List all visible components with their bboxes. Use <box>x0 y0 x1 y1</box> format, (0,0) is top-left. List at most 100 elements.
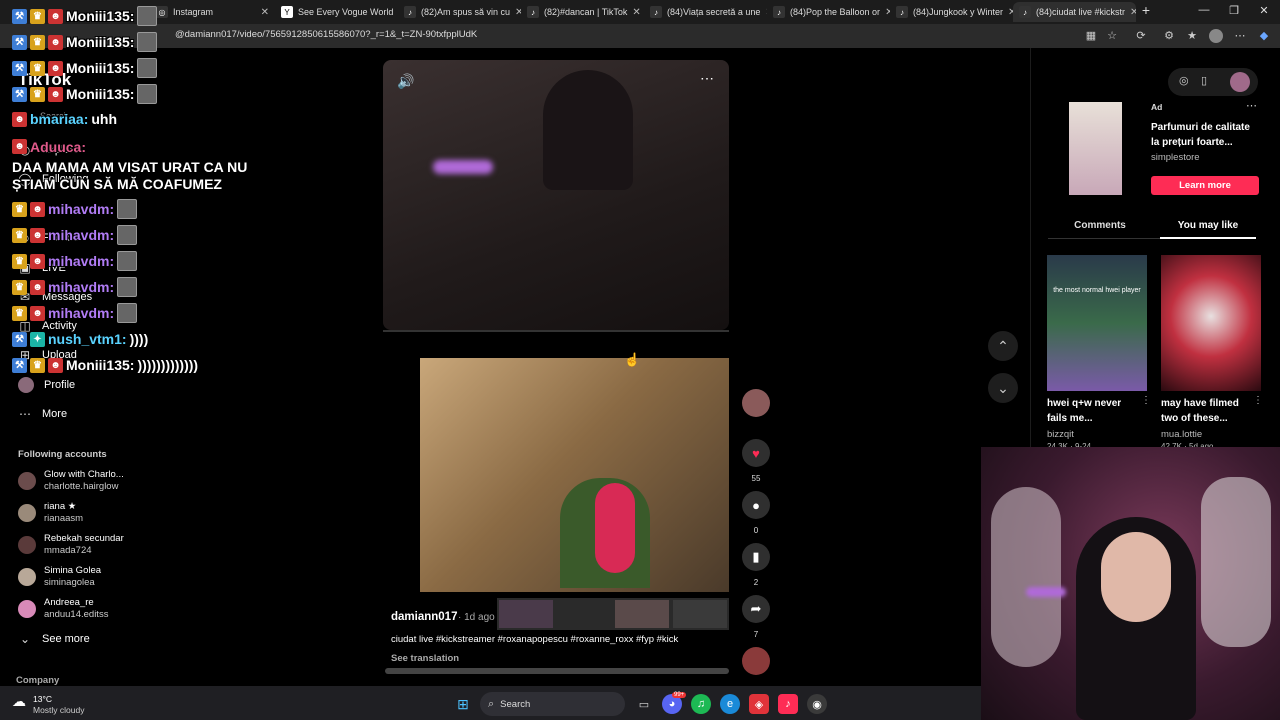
emote-icon <box>117 251 138 271</box>
emote-badge-icon: ☻ <box>48 8 63 24</box>
star-icon[interactable]: ☆ <box>1105 29 1119 43</box>
inset-object-red <box>595 483 635 573</box>
copilot-icon[interactable]: ◆ <box>1257 29 1271 43</box>
emote-badge-icon: ☻ <box>48 60 63 76</box>
compass-icon[interactable]: ◎ <box>1179 74 1189 87</box>
tab-tiktok-5[interactable]: ♪ (84)Jungkook y Winter ✕ <box>890 2 1013 22</box>
account-item[interactable]: Andreea_re anduu14.editss <box>18 597 108 621</box>
task-view-icon[interactable]: ▭ <box>634 694 654 714</box>
video-card-thumbnail[interactable] <box>1161 255 1261 391</box>
reader-icon[interactable]: ▦ <box>1084 29 1098 43</box>
video-card-title[interactable]: may have filmed two of these... <box>1161 396 1251 426</box>
bookmark-icon[interactable]: ▮ <box>742 543 770 571</box>
tab-vogue[interactable]: Y See Every Vogue World ✕ <box>275 2 398 22</box>
app-icon[interactable]: ◈ <box>749 694 769 714</box>
emote-badge-icon: ☻ <box>48 357 63 373</box>
account-item[interactable]: Simina Golea siminagolea <box>18 565 101 589</box>
weather-icon[interactable]: ☁ <box>12 693 26 710</box>
learn-more-button[interactable]: Learn more <box>1151 176 1259 195</box>
account-item[interactable]: Glow with Charlo... charlotte.hairglow <box>18 469 124 493</box>
video-card-user[interactable]: mua.lottie <box>1161 429 1202 440</box>
sidebar-item-more[interactable]: ⋯ More <box>18 407 67 421</box>
close-tab-icon[interactable]: ✕ <box>632 7 640 18</box>
see-translation-link[interactable]: See translation <box>391 653 459 664</box>
thumbnail[interactable] <box>499 600 553 628</box>
thumbnail[interactable] <box>615 600 669 628</box>
tab-comments[interactable]: Comments <box>1048 220 1152 231</box>
windows-start-icon[interactable]: ⊞ <box>453 694 473 714</box>
close-tab-icon[interactable]: ✕ <box>261 7 269 18</box>
extensions-icon[interactable]: ⟳ <box>1134 29 1148 43</box>
favorites-icon[interactable]: ★ <box>1185 29 1199 43</box>
author-avatar[interactable] <box>742 389 770 417</box>
tab-instagram[interactable]: ◎ Instagram ✕ <box>150 2 275 22</box>
tab-tiktok-active[interactable]: ♪ (84)ciudat live #kickstr ✕ <box>1013 2 1136 22</box>
restore-icon[interactable]: ❐ <box>1224 4 1244 17</box>
progress-bar[interactable] <box>383 330 729 332</box>
minimize-icon[interactable]: — <box>1194 4 1214 16</box>
avatar <box>18 568 36 586</box>
account-item[interactable]: riana ★ rianaasm <box>18 501 83 525</box>
card-menu-icon[interactable]: ⋮ <box>1253 395 1263 406</box>
ad-title[interactable]: Parfumuri de calitate la prețuri foarte.… <box>1151 120 1259 150</box>
url-field[interactable]: @damiann017/video/7565912850615586070?_r… <box>175 29 477 40</box>
video-card-title[interactable]: hwei q+w never fails me... <box>1047 396 1137 426</box>
ad-menu-icon[interactable]: ⋯ <box>1246 99 1257 112</box>
thumbnail[interactable] <box>673 600 727 628</box>
plush-toy <box>991 487 1061 667</box>
edge-icon[interactable]: e <box>720 694 740 714</box>
see-more-button[interactable]: ⌄ See more <box>18 632 90 646</box>
puzzle-icon[interactable]: ⚙ <box>1162 29 1176 43</box>
obs-icon[interactable]: ◉ <box>807 694 827 714</box>
close-window-icon[interactable]: ✕ <box>1254 4 1274 17</box>
tab-tiktok-1[interactable]: ♪ (82)Am spus să vin cu ✕ <box>398 2 521 22</box>
seek-bar[interactable] <box>385 668 729 674</box>
tab-tiktok-3[interactable]: ♪ (84)Viața secretă a une ✕ <box>644 2 767 22</box>
inset-video[interactable] <box>420 358 729 592</box>
video-menu-icon[interactable]: ⋯ <box>700 70 714 87</box>
video-player[interactable] <box>383 60 729 330</box>
device-icon[interactable]: ▯ <box>1201 74 1207 87</box>
emote-icon <box>137 32 158 52</box>
avatar <box>18 504 36 522</box>
company-link[interactable]: Company <box>16 675 59 686</box>
thumbnail[interactable] <box>557 600 611 628</box>
tiktok-icon: ♪ <box>650 6 662 18</box>
crown-badge-icon: ♛ <box>30 357 45 373</box>
previous-video-button[interactable]: ⌃ <box>988 331 1018 361</box>
chat-message: ⚒ ✦ nush_vtm1:)))) <box>12 331 148 347</box>
tab-tiktok-4[interactable]: ♪ (84)Pop the Balloon or ✕ <box>767 2 890 22</box>
weather-temp: 13°C <box>33 694 52 704</box>
tiktok-taskbar-icon[interactable]: ♪ <box>778 694 798 714</box>
menu-icon[interactable]: ⋯ <box>1233 29 1247 43</box>
sidebar-item-profile[interactable]: Profile <box>18 377 75 393</box>
spotify-icon[interactable]: ♫ <box>691 694 711 714</box>
volume-icon[interactable]: 🔊 <box>397 73 414 90</box>
comment-icon[interactable]: ● <box>742 491 770 519</box>
sound-disc-icon[interactable] <box>742 647 770 675</box>
like-icon[interactable]: ♥ <box>742 439 770 467</box>
video-card-thumbnail[interactable]: the most normal hwei player <box>1047 255 1147 391</box>
video-card-user[interactable]: bizzqit <box>1047 429 1074 440</box>
tab-tiktok-2[interactable]: ♪ (82)#dancan | TikTok ✕ <box>521 2 644 22</box>
video-author[interactable]: damiann017 <box>391 611 457 623</box>
card-menu-icon[interactable]: ⋮ <box>1141 395 1151 406</box>
new-tab-button[interactable]: + <box>1136 2 1156 18</box>
ad-brand[interactable]: simplestore <box>1151 152 1200 163</box>
tab-you-may-like[interactable]: You may like <box>1160 220 1256 231</box>
browser-profile-icon[interactable] <box>1209 29 1223 43</box>
taskbar-search[interactable]: ⌕ Search <box>480 692 625 716</box>
next-video-button[interactable]: ⌄ <box>988 373 1018 403</box>
gift-badge-icon: ✦ <box>30 331 45 347</box>
ad-thumbnail[interactable] <box>1069 102 1122 195</box>
account-item[interactable]: Rebekah secundar mmada724 <box>18 533 124 557</box>
crown-badge-icon: ♛ <box>12 253 27 269</box>
emote-icon <box>137 6 158 26</box>
share-icon[interactable]: ➦ <box>742 595 770 623</box>
crown-badge-icon: ♛ <box>30 34 45 50</box>
chat-message: ♛ ☻ mihavdm: <box>12 251 138 271</box>
thumbnail-strip[interactable] <box>497 598 729 630</box>
user-avatar[interactable] <box>1230 72 1250 92</box>
emote-icon <box>117 277 138 297</box>
following-accounts-heading: Following accounts <box>18 449 107 460</box>
